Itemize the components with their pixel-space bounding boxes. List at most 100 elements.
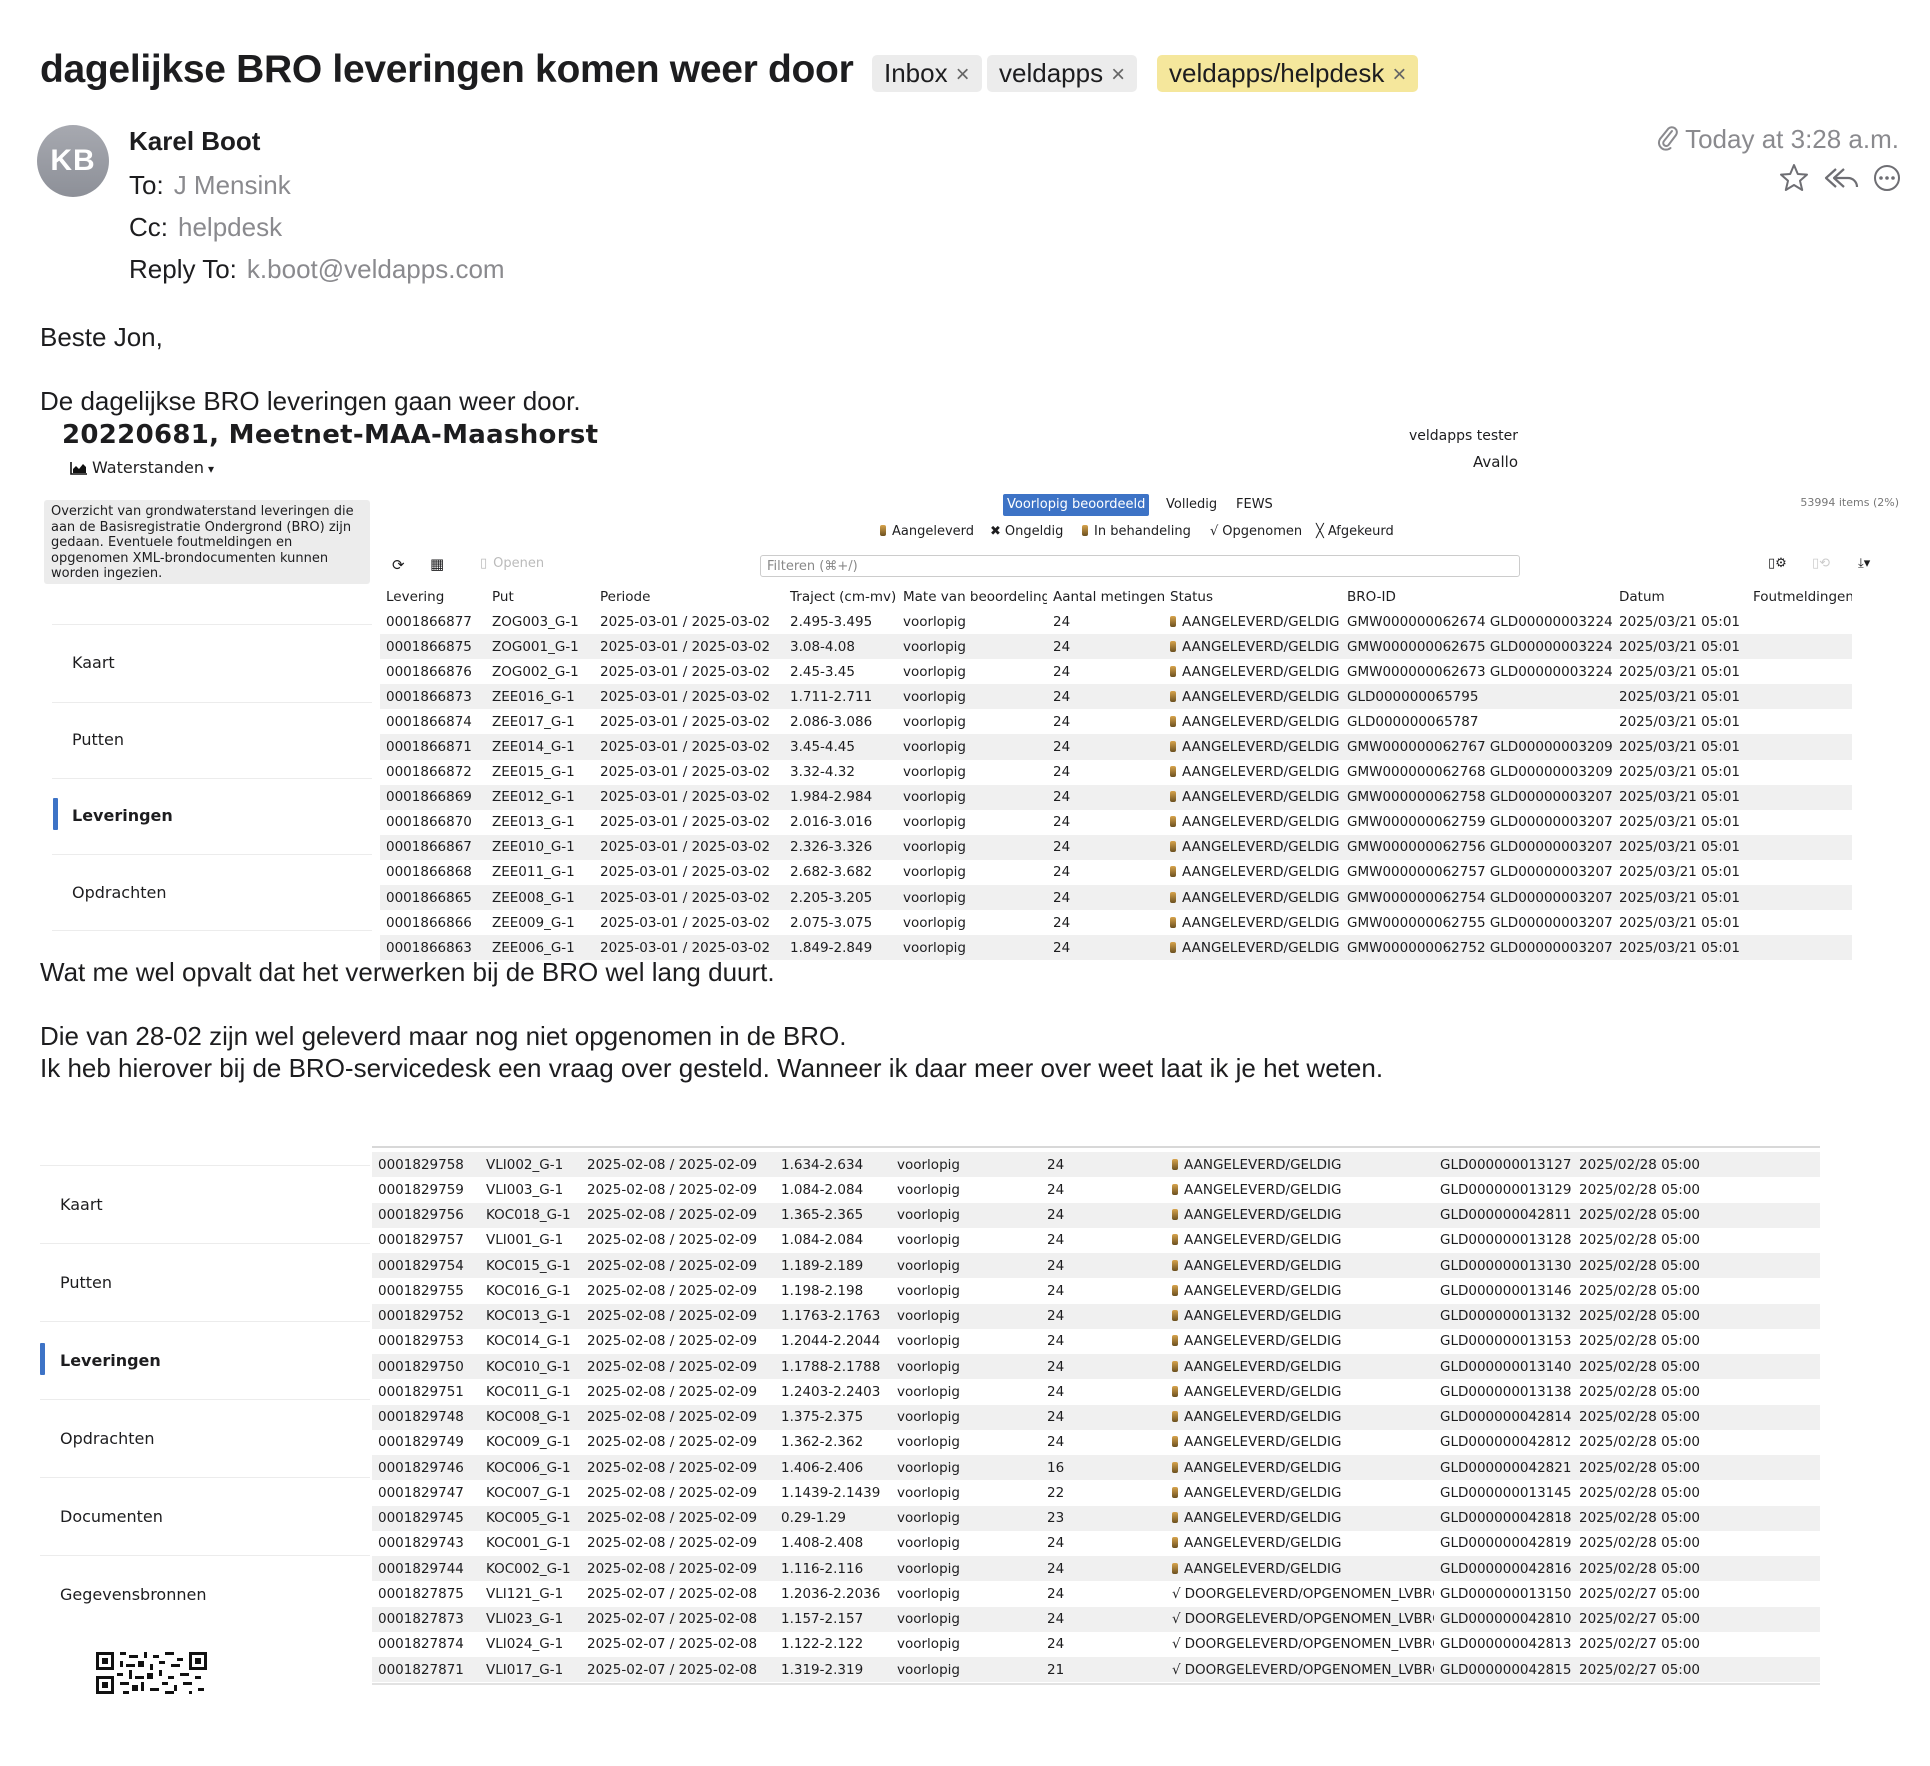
sidebar-item-putten[interactable]: Putten [72, 730, 124, 749]
table-row[interactable]: 0001829757 VLI001_G-1 2025-02-08 / 2025-02… [372, 1228, 1820, 1253]
settings-icon[interactable]: ▯⚙ [1768, 556, 1787, 571]
table-row[interactable]: 0001866867 ZEE010_G-1 2025-03-01 / 2025-03… [380, 834, 1852, 860]
table-row[interactable]: 0001866869 ZEE012_G-1 2025-03-01 / 2025-03… [380, 784, 1852, 810]
col-mate[interactable]: Mate van beoordeling [897, 585, 1047, 609]
table-row[interactable]: 0001866871 ZEE014_G-1 2025-03-01 / 2025-03… [380, 734, 1852, 760]
tab-voorlopig-beoordeeld[interactable]: Voorlopig beoordeeld [1003, 494, 1150, 516]
legend-ongeldig[interactable]: ✖ Ongeldig [990, 524, 1063, 539]
sidebar-item-opdrachten[interactable]: Opdrachten [60, 1429, 154, 1448]
tag-inbox[interactable]: Inbox × [872, 55, 982, 92]
sidebar-item-leveringen[interactable]: Leveringen [72, 806, 173, 825]
table-row[interactable]: 0001829753 KOC014_G-1 2025-02-08 / 2025-02… [372, 1329, 1820, 1354]
table-row[interactable]: 0001829758 VLI002_G-1 2025-02-08 / 2025-02… [372, 1152, 1820, 1178]
user-name[interactable]: veldapps tester [1409, 428, 1518, 444]
cell-levering: 0001827874 [378, 1636, 464, 1653]
sidebar-item-putten[interactable]: Putten [60, 1273, 112, 1292]
table-row[interactable]: 0001829754 KOC015_G-1 2025-02-08 / 2025-02… [372, 1253, 1820, 1279]
grid-icon[interactable]: ▦ [430, 555, 444, 573]
col-aantal[interactable]: Aantal metingen [1047, 585, 1164, 609]
table-row[interactable]: 0001827874 VLI024_G-1 2025-02-07 / 2025-02… [372, 1632, 1820, 1657]
refresh-icon[interactable]: ⟳ [392, 556, 405, 574]
table-row[interactable]: 0001829751 KOC011_G-1 2025-02-08 / 2025-02… [372, 1379, 1820, 1404]
reply-to-address[interactable]: k.boot@veldapps.com [247, 254, 505, 284]
download-icon[interactable]: ⤓▾ [1858, 556, 1870, 571]
sidebar-item-opdrachten[interactable]: Opdrachten [72, 883, 166, 902]
to-recipient[interactable]: J Mensink [174, 170, 291, 200]
tag-veldapps[interactable]: veldapps × [987, 55, 1138, 92]
table-row[interactable]: 0001866865 ZEE008_G-1 2025-03-01 / 2025-03… [380, 885, 1852, 911]
col-levering[interactable]: Levering [380, 585, 486, 609]
table-row[interactable]: 0001827873 VLI023_G-1 2025-02-07 / 2025-02… [372, 1606, 1820, 1632]
reply-all-icon[interactable] [1822, 162, 1860, 194]
status-label: AANGELEVERD/GELDIG [1182, 914, 1340, 931]
table-row[interactable]: 0001829743 KOC001_G-1 2025-02-08 / 2025-02… [372, 1531, 1820, 1556]
table-row[interactable]: 0001829749 KOC009_G-1 2025-02-08 / 2025-02… [372, 1430, 1820, 1455]
remove-tag-icon[interactable]: × [1111, 61, 1125, 88]
tab-fews[interactable]: FEWS [1232, 494, 1277, 516]
col-put[interactable]: Put [486, 585, 594, 609]
open-button[interactable]: ▯ Openen [480, 556, 544, 571]
table-row[interactable]: 0001829748 KOC008_G-1 2025-02-08 / 2025-02… [372, 1404, 1820, 1430]
table-row[interactable]: 0001829752 KOC013_G-1 2025-02-08 / 2025-02… [372, 1303, 1820, 1329]
table-row[interactable]: 0001827875 VLI121_G-1 2025-02-07 / 2025-02… [372, 1581, 1820, 1606]
table-row[interactable]: 0001827871 VLI017_G-1 2025-02-07 / 2025-02… [372, 1657, 1820, 1683]
cell-foutmeldingen [1747, 760, 1852, 785]
table-row[interactable]: 0001829750 KOC010_G-1 2025-02-08 / 2025-02… [372, 1354, 1820, 1380]
table-row[interactable]: 0001866875 ZOG001_G-1 2025-03-01 / 2025-03… [380, 634, 1852, 660]
sidebar-item-kaart[interactable]: Kaart [72, 653, 115, 672]
waterstanden-menu[interactable]: Waterstanden ▾ [70, 458, 214, 479]
table-row[interactable]: 0001829747 KOC007_G-1 2025-02-08 / 2025-02… [372, 1480, 1820, 1505]
col-datum[interactable]: Datum [1613, 585, 1747, 609]
col-bro-id[interactable]: BRO-ID [1341, 585, 1613, 609]
remove-tag-icon[interactable]: × [1392, 61, 1406, 88]
col-foutmeldingen[interactable]: Foutmeldingen [1747, 585, 1852, 609]
table-row[interactable]: 0001829756 KOC018_G-1 2025-02-08 / 2025-02… [372, 1202, 1820, 1228]
table-row[interactable]: 0001866870 ZEE013_G-1 2025-03-01 / 2025-03… [380, 810, 1852, 835]
cell-mate: voorlopig [891, 1303, 1041, 1329]
cell-bro-id: GLD000000042814 [1434, 1404, 1573, 1430]
cell-levering: 0001829754 [372, 1253, 480, 1279]
cell-status: AANGELEVERD/GELDIG [1166, 1556, 1434, 1582]
table-row[interactable]: 0001829745 KOC005_G-1 2025-02-08 / 2025-02… [372, 1505, 1820, 1531]
col-status[interactable]: Status [1164, 585, 1341, 609]
cell-periode: 2025-02-08 / 2025-02-09 [581, 1455, 775, 1481]
table-row[interactable]: 0001866873 ZEE016_G-1 2025-03-01 / 2025-03… [380, 684, 1852, 710]
copy-icon[interactable]: ▯⟲ [1812, 556, 1830, 571]
legend-in-behandeling[interactable]: In behandeling [1082, 524, 1191, 539]
tab-volledig[interactable]: Volledig [1162, 494, 1221, 516]
table-row[interactable]: 0001866877 ZOG003_G-1 2025-03-01 / 2025-03… [380, 609, 1852, 634]
status-label: AANGELEVERD/GELDIG [1184, 1207, 1342, 1224]
filter-input[interactable]: Filteren (⌘+/) [760, 555, 1520, 577]
table-row[interactable]: 0001866874 ZEE017_G-1 2025-03-01 / 2025-03… [380, 709, 1852, 734]
table-row[interactable]: 0001829755 KOC016_G-1 2025-02-08 / 2025-02… [372, 1278, 1820, 1303]
sidebar-item-kaart[interactable]: Kaart [60, 1195, 103, 1214]
sender-name[interactable]: Karel Boot [129, 126, 260, 157]
col-traject[interactable]: Traject (cm-mv) [784, 585, 897, 609]
cc-recipient[interactable]: helpdesk [178, 212, 282, 242]
remove-tag-icon[interactable]: × [956, 61, 970, 88]
sidebar-item-leveringen[interactable]: Leveringen [60, 1351, 161, 1370]
sidebar-item-gegevensbronnen[interactable]: Gegevensbronnen [60, 1585, 206, 1604]
table-row[interactable]: 0001829759 VLI003_G-1 2025-02-08 / 2025-02… [372, 1177, 1820, 1202]
cell-mate: voorlopig [897, 1232, 960, 1249]
sidebar-item-documenten[interactable]: Documenten [60, 1507, 163, 1526]
table-row[interactable]: 0001829746 KOC006_G-1 2025-02-08 / 2025-02… [372, 1455, 1820, 1481]
table-row[interactable]: 0001866866 ZEE009_G-1 2025-03-01 / 2025-03… [380, 910, 1852, 935]
legend-afgekeurd[interactable]: ╳ Afgekeurd [1316, 524, 1394, 539]
cell-bro-id: GMW000000062754 GLD000000032074 [1341, 885, 1613, 911]
paperclip-icon[interactable] [1657, 125, 1679, 158]
cell-traject: 2.016-3.016 [790, 814, 873, 831]
cell-datum: 2025/02/27 05:00 [1579, 1636, 1701, 1653]
table-row[interactable]: 0001829744 KOC002_G-1 2025-02-08 / 2025-02… [372, 1556, 1820, 1582]
star-icon[interactable] [1778, 162, 1810, 194]
cell-bro-id: GLD000000013128 [1440, 1232, 1572, 1249]
legend-opgenomen[interactable]: √ Opgenomen [1210, 524, 1302, 539]
table-row[interactable]: 0001866872 ZEE015_G-1 2025-03-01 / 2025-03… [380, 760, 1852, 785]
tag-veldapps-helpdesk[interactable]: veldapps/helpdesk × [1157, 55, 1419, 92]
table-row[interactable]: 0001866868 ZEE011_G-1 2025-03-01 / 2025-03… [380, 860, 1852, 885]
col-periode[interactable]: Periode [594, 585, 784, 609]
table-row[interactable]: 0001866876 ZOG002_G-1 2025-03-01 / 2025-03… [380, 659, 1852, 684]
more-icon[interactable] [1872, 162, 1902, 194]
legend-aangeleverd[interactable]: Aangeleverd [880, 524, 974, 539]
cell-periode: 2025-02-08 / 2025-02-09 [587, 1333, 758, 1350]
